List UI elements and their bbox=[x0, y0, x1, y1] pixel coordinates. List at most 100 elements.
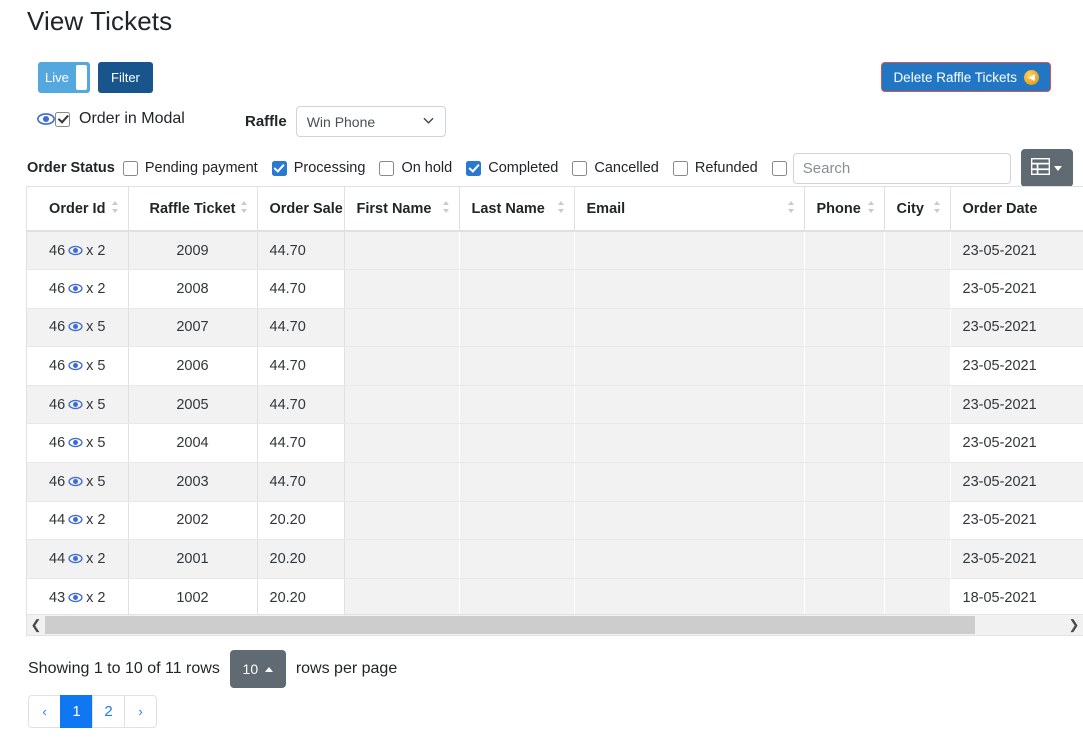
column-header-email[interactable]: Email bbox=[574, 187, 805, 232]
status-refunded-checkbox[interactable] bbox=[672, 160, 688, 176]
scroll-left-arrow-icon[interactable]: ❮ bbox=[27, 617, 45, 633]
table-body: 46 x 2 2009 44.70 23-05-2021 46 x 2 2008 44.70 23… bbox=[27, 231, 1083, 614]
cell-order-sale: 44.70 bbox=[257, 423, 345, 464]
column-header-raffle-ticket-label: Raffle Ticket bbox=[149, 200, 236, 217]
table-horizontal-scrollbar[interactable]: ❮ ❯ bbox=[26, 614, 1083, 636]
cell-raffle-ticket: 2008 bbox=[128, 269, 258, 309]
table-row[interactable]: 43 x 2 1002 20.20 18-05-2021 bbox=[27, 578, 1083, 614]
rows-per-page-button[interactable]: 10 bbox=[229, 650, 286, 688]
raffle-selected-value: Win Phone bbox=[306, 113, 376, 130]
status-cancelled-checkbox[interactable] bbox=[572, 160, 588, 176]
table-row[interactable]: 46 x 2 2009 44.70 23-05-2021 bbox=[27, 231, 1083, 271]
column-header-order-date[interactable]: Order Date bbox=[950, 187, 1083, 232]
pagination-page-2[interactable]: 2 bbox=[92, 695, 125, 728]
status-completed: Completed bbox=[466, 160, 558, 176]
cell-city bbox=[884, 578, 950, 614]
cell-order-date: 18-05-2021 bbox=[950, 578, 1083, 614]
column-header-raffle-ticket[interactable]: Raffle Ticket bbox=[128, 187, 258, 232]
cell-order-date: 23-05-2021 bbox=[950, 501, 1083, 541]
table-row[interactable]: 46 x 5 2005 44.70 23-05-2021 bbox=[27, 385, 1083, 425]
cell-email bbox=[574, 308, 804, 348]
order-qty-value: x 5 bbox=[86, 396, 106, 413]
cell-last-name bbox=[459, 346, 574, 386]
cell-raffle-ticket: 2007 bbox=[128, 308, 258, 348]
column-header-phone[interactable]: Phone bbox=[804, 187, 885, 232]
order-id-value: 44 bbox=[49, 512, 66, 529]
cell-order-id: 44 x 2 bbox=[27, 539, 129, 579]
delete-raffle-tickets-button[interactable]: Delete Raffle Tickets ◀ bbox=[881, 62, 1051, 92]
cell-order-sale: 20.20 bbox=[257, 501, 345, 541]
cell-order-id: 46 x 5 bbox=[27, 346, 129, 386]
column-header-first-name[interactable]: First Name bbox=[344, 187, 460, 232]
sort-icon bbox=[787, 200, 795, 218]
filter-button[interactable]: Filter bbox=[98, 62, 153, 93]
cell-order-sale: 44.70 bbox=[257, 346, 345, 386]
cell-order-date: 23-05-2021 bbox=[950, 423, 1083, 464]
table-row[interactable]: 46 x 5 2003 44.70 23-05-2021 bbox=[27, 462, 1083, 502]
status-completed-checkbox[interactable] bbox=[466, 160, 482, 176]
table-row[interactable]: 44 x 2 2001 20.20 23-05-2021 bbox=[27, 539, 1083, 579]
column-header-order-sale[interactable]: Order Sale bbox=[257, 187, 345, 232]
status-cancelled: Cancelled bbox=[572, 160, 659, 176]
table-header-row: Order Id Raffle Ticket Order Sale First … bbox=[27, 187, 1083, 232]
cell-email bbox=[574, 385, 804, 425]
cell-city bbox=[884, 385, 950, 425]
scroll-right-arrow-icon[interactable]: ❯ bbox=[1065, 617, 1083, 633]
cell-city bbox=[884, 423, 950, 464]
cell-first-name bbox=[344, 346, 459, 386]
search-input[interactable] bbox=[792, 152, 1011, 184]
pagination-next[interactable]: › bbox=[124, 695, 157, 728]
status-processing-checkbox[interactable] bbox=[271, 160, 287, 176]
cell-city bbox=[884, 346, 950, 386]
cell-order-id: 46 x 5 bbox=[27, 385, 129, 425]
order-qty-value: x 2 bbox=[86, 512, 106, 529]
order-qty-value: x 2 bbox=[86, 242, 106, 259]
cell-first-name bbox=[344, 578, 459, 614]
cell-last-name bbox=[459, 539, 574, 579]
table-row[interactable]: 46 x 2 2008 44.70 23-05-2021 bbox=[27, 269, 1083, 309]
live-toggle-label: Live bbox=[45, 70, 69, 85]
column-header-city-label: City bbox=[896, 200, 924, 217]
live-toggle[interactable]: Live bbox=[38, 62, 90, 93]
column-header-city[interactable]: City bbox=[884, 187, 951, 232]
cell-city bbox=[884, 308, 950, 348]
scrollbar-track[interactable] bbox=[975, 616, 1065, 634]
order-status-label: Order Status bbox=[27, 160, 115, 176]
order-qty-value: x 5 bbox=[86, 358, 106, 375]
pagination-page-1[interactable]: 1 bbox=[60, 695, 93, 728]
table-row[interactable]: 46 x 5 2006 44.70 23-05-2021 bbox=[27, 346, 1083, 386]
column-selector-button[interactable] bbox=[1020, 149, 1073, 187]
cell-first-name bbox=[344, 231, 459, 271]
cell-email bbox=[574, 501, 804, 541]
cell-phone bbox=[804, 501, 884, 541]
rows-per-page-value: 10 bbox=[242, 661, 259, 677]
pagination-prev[interactable]: ‹ bbox=[28, 695, 61, 728]
chevron-down-icon bbox=[1054, 165, 1063, 171]
order-id-value: 46 bbox=[49, 473, 66, 490]
cell-order-date: 23-05-2021 bbox=[950, 462, 1083, 502]
cell-phone bbox=[804, 308, 884, 348]
column-header-order-id[interactable]: Order Id bbox=[27, 187, 129, 232]
order-id-value: 46 bbox=[49, 319, 66, 336]
table-row[interactable]: 44 x 2 2002 20.20 23-05-2021 bbox=[27, 501, 1083, 541]
column-header-last-name[interactable]: Last Name bbox=[459, 187, 575, 232]
scrollbar-thumb[interactable] bbox=[45, 616, 975, 634]
order-in-modal-checkbox[interactable] bbox=[55, 111, 70, 127]
status-pending-payment: Pending payment bbox=[122, 160, 258, 176]
status-cancelled-label: Cancelled bbox=[594, 160, 659, 176]
table-row[interactable]: 46 x 5 2007 44.70 23-05-2021 bbox=[27, 308, 1083, 348]
cell-order-id: 46 x 2 bbox=[27, 269, 129, 309]
cell-order-id: 46 x 5 bbox=[27, 462, 129, 502]
status-on-hold-checkbox[interactable] bbox=[379, 160, 395, 176]
cell-last-name bbox=[459, 501, 574, 541]
table-head: Order Id Raffle Ticket Order Sale First … bbox=[27, 187, 1083, 232]
table-footer: Showing 1 to 10 of 11 rows 10 rows per p… bbox=[28, 650, 397, 688]
status-pending-payment-checkbox[interactable] bbox=[122, 160, 138, 176]
status-extra-checkbox[interactable] bbox=[771, 160, 787, 176]
cell-first-name bbox=[344, 308, 459, 348]
eye-icon bbox=[68, 476, 83, 487]
raffle-select[interactable]: Win Phone bbox=[295, 106, 446, 137]
table-row[interactable]: 46 x 5 2004 44.70 23-05-2021 bbox=[27, 423, 1083, 464]
eye-icon bbox=[68, 283, 83, 294]
order-id-value: 46 bbox=[49, 396, 66, 413]
